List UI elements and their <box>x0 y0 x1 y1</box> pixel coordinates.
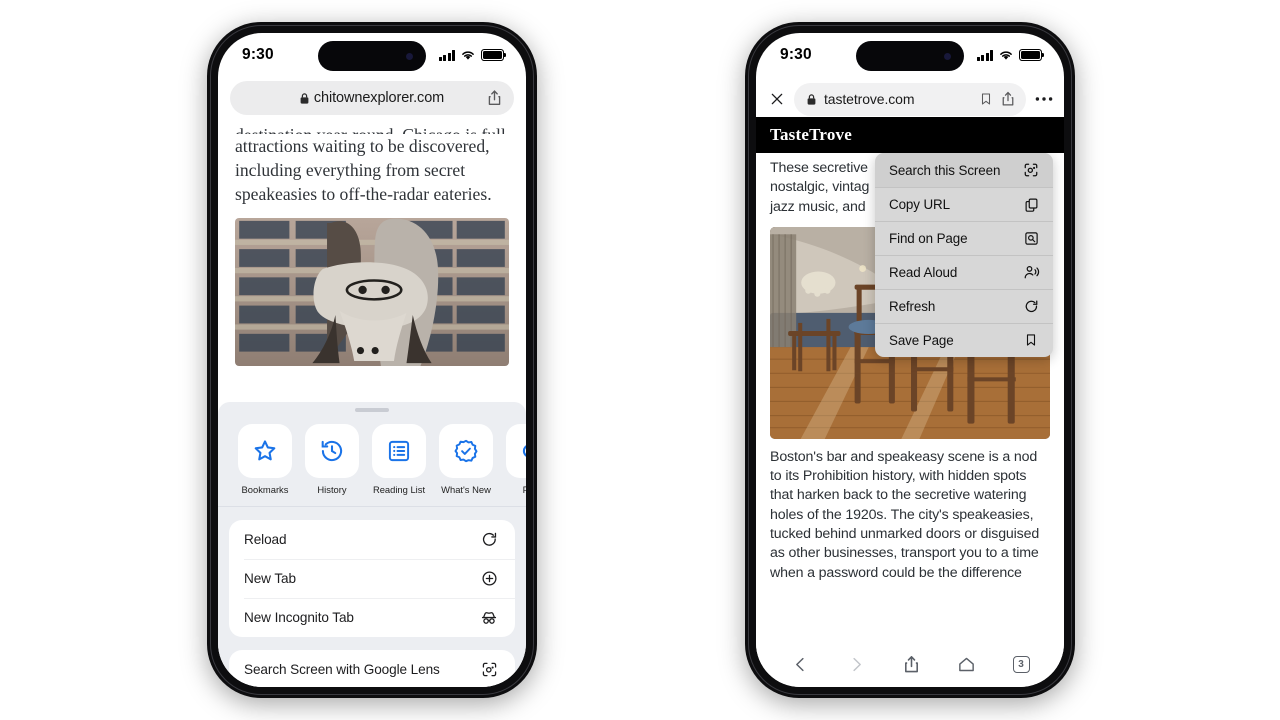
article-paragraph: attractions waiting to be discovered, in… <box>235 136 492 204</box>
tab-counter[interactable]: 3 <box>1012 655 1030 673</box>
article-content: destination year-round. Chicago is full … <box>218 115 526 366</box>
phone-right: 9:30 tastetrove.com TasteTrove These sec… <box>745 22 1075 698</box>
quick-action-label: History <box>317 484 347 495</box>
status-icons <box>976 49 1045 61</box>
share-icon[interactable] <box>903 655 920 674</box>
url-bar[interactable]: tastetrove.com <box>794 82 1026 116</box>
quick-action-label: Bookmarks <box>241 484 289 495</box>
google-lens-icon <box>478 661 500 678</box>
refresh-icon <box>1021 299 1041 314</box>
history-clock-icon <box>305 424 359 478</box>
menu-item-reload[interactable]: Reload <box>229 520 515 559</box>
menu-item-label: New Incognito Tab <box>244 610 354 625</box>
dynamic-island <box>318 41 426 71</box>
battery-icon <box>1019 49 1045 61</box>
menu-group-two: Search Screen with Google Lens Add to Bo… <box>229 650 515 687</box>
quick-action-history[interactable]: History <box>305 424 359 495</box>
menu-item-find-on-page[interactable]: Find on Page <box>875 221 1053 255</box>
key-passwords-icon <box>506 424 526 478</box>
browser-toolbar: tastetrove.com <box>756 77 1064 117</box>
menu-item-search-this-screen[interactable]: Search this Screen <box>875 153 1053 187</box>
incognito-icon <box>478 609 500 627</box>
body-paragraph: Boston's bar and speakeasy scene is a no… <box>770 448 1040 581</box>
chevron-left-icon[interactable] <box>791 655 810 674</box>
lock-icon <box>807 93 816 105</box>
read-aloud-icon <box>1021 264 1041 280</box>
site-title: TasteTrove <box>770 125 852 144</box>
menu-item-read-aloud[interactable]: Read Aloud <box>875 255 1053 289</box>
quick-action-whats-new[interactable]: What's New <box>439 424 493 495</box>
quick-action-bookmarks[interactable]: Bookmarks <box>238 424 292 495</box>
plus-circle-icon <box>478 570 500 587</box>
clipped-paragraph: destination year-round. Chicago is full … <box>235 123 509 134</box>
refresh-icon <box>478 531 500 548</box>
menu-item-label: Search Screen with Google Lens <box>244 662 440 677</box>
menu-item-copy-url[interactable]: Copy URL <box>875 187 1053 221</box>
dynamic-island <box>856 41 964 71</box>
star-icon <box>238 424 292 478</box>
menu-item-new-tab[interactable]: New Tab <box>229 559 515 598</box>
overflow-menu: Search this Screen Copy URL Find on Page… <box>875 153 1053 357</box>
find-in-page-icon <box>1021 231 1041 246</box>
chevron-right-icon <box>847 655 866 674</box>
wifi-icon <box>462 51 474 60</box>
menu-item-label: Search this Screen <box>889 162 1001 178</box>
share-icon[interactable] <box>487 90 502 107</box>
close-icon[interactable] <box>769 91 785 107</box>
badge-check-icon <box>439 424 493 478</box>
bottom-navigation-bar: 3 <box>756 641 1064 687</box>
google-lens-icon <box>1021 162 1041 178</box>
phone-left: 9:30 chitownexplorer.com attractions wai… <box>207 22 537 698</box>
front-camera <box>944 52 951 60</box>
status-clock: 9:30 <box>242 46 274 63</box>
wifi-icon <box>1000 51 1012 60</box>
menu-item-label: Reload <box>244 532 287 547</box>
menu-group-one: Reload New Tab New Incognito Tab <box>229 520 515 637</box>
bookmark-icon <box>1021 332 1041 348</box>
home-icon[interactable] <box>957 655 976 674</box>
sheet-divider <box>218 506 526 507</box>
status-clock: 9:30 <box>780 46 812 63</box>
menu-item-label: Read Aloud <box>889 264 958 280</box>
menu-item-new-incognito-tab[interactable]: New Incognito Tab <box>229 598 515 637</box>
browser-page-right: tastetrove.com TasteTrove These secretiv… <box>756 77 1064 687</box>
screen-left: 9:30 chitownexplorer.com attractions wai… <box>218 33 526 687</box>
menu-item-label: Find on Page <box>889 230 968 246</box>
menu-item-label: Refresh <box>889 298 936 314</box>
browser-page-left: chitownexplorer.com destination year-rou… <box>218 77 526 687</box>
quick-action-label: What's New <box>441 484 491 495</box>
front-camera <box>406 52 413 60</box>
quick-action-reading-list[interactable]: Reading List <box>372 424 426 495</box>
lock-icon <box>300 92 309 104</box>
menu-item-save-page[interactable]: Save Page <box>875 323 1053 357</box>
article-hero-image <box>235 218 509 366</box>
cellular-signal-icon <box>438 49 455 61</box>
menu-item-refresh[interactable]: Refresh <box>875 289 1053 323</box>
battery-icon <box>481 49 507 61</box>
status-bar-left: 9:30 <box>218 33 526 77</box>
menu-item-search-screen-google-lens[interactable]: Search Screen with Google Lens <box>229 650 515 687</box>
url-text: chitownexplorer.com <box>313 90 445 106</box>
quick-action-label: Pass <box>522 484 526 495</box>
cellular-signal-icon <box>976 49 993 61</box>
bookmark-icon[interactable] <box>979 91 993 107</box>
menu-item-label: Copy URL <box>889 196 950 212</box>
screen-right: 9:30 tastetrove.com TasteTrove These sec… <box>756 33 1064 687</box>
url-text: tastetrove.com <box>824 91 915 107</box>
menu-item-label: New Tab <box>244 571 296 586</box>
share-icon[interactable] <box>1001 91 1015 107</box>
clipped-text-line: destination year-round. Chicago is full … <box>235 123 509 134</box>
site-header: TasteTrove <box>756 117 1064 153</box>
more-horizontal-icon[interactable] <box>1035 96 1053 102</box>
quick-action-passwords[interactable]: Pass <box>506 424 526 495</box>
list-document-icon <box>372 424 426 478</box>
status-bar-right: 9:30 <box>756 33 1064 77</box>
status-icons <box>438 49 507 61</box>
menu-item-label: Save Page <box>889 332 954 348</box>
copy-icon <box>1021 197 1041 212</box>
quick-action-label: Reading List <box>372 484 426 495</box>
url-bar[interactable]: chitownexplorer.com <box>230 81 514 115</box>
quick-actions-grid: Bookmarks History Reading List What's Ne… <box>218 412 526 495</box>
browser-menu-sheet: Bookmarks History Reading List What's Ne… <box>218 402 526 687</box>
